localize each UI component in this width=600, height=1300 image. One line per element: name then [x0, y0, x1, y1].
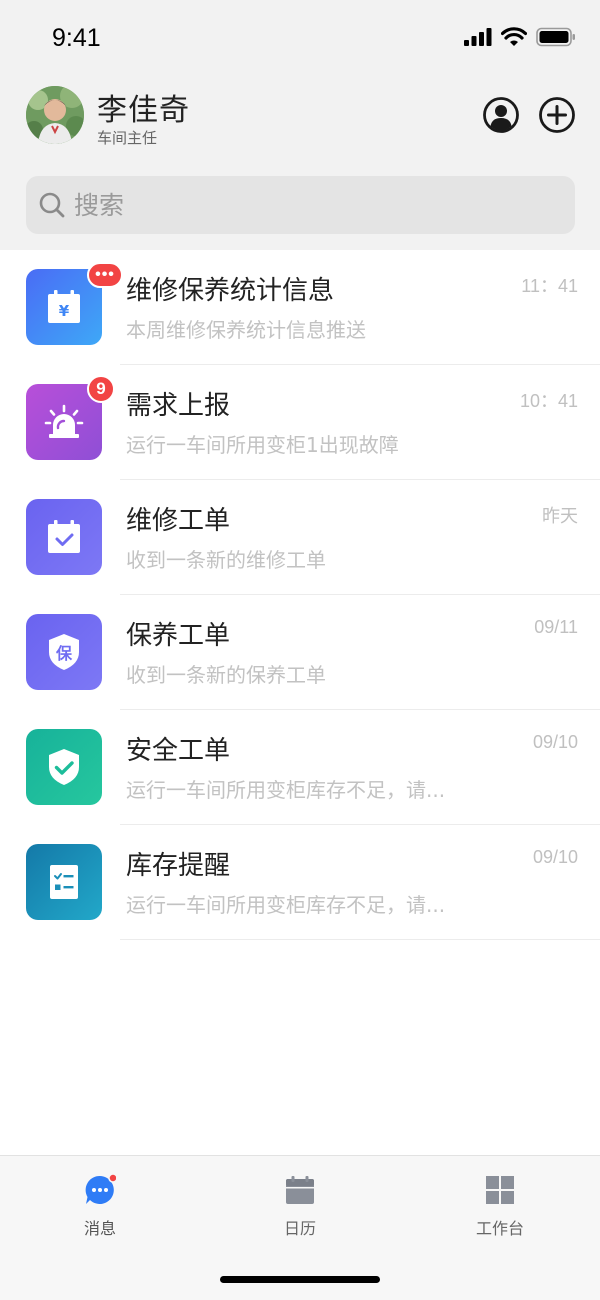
- cellular-signal-icon: [464, 28, 492, 46]
- tab-label: 日历: [283, 1219, 316, 1238]
- tab-messages[interactable]: 消息: [0, 1156, 200, 1256]
- tab-workbench[interactable]: 工作台: [400, 1156, 600, 1256]
- search-bar[interactable]: [26, 176, 575, 234]
- add-button[interactable]: [538, 96, 576, 134]
- message-preview: 收到一条新的保养工单: [126, 663, 326, 687]
- message-title: 安全工单: [126, 736, 231, 766]
- message-item-demand-report[interactable]: 9 需求上报 运行一车间所用变柜1出现故障 10：41: [0, 365, 600, 480]
- message-item-maintenance-stats[interactable]: ¥ ••• 维修保养统计信息 本周维修保养统计信息推送 11：41: [0, 250, 600, 365]
- plus-circle-icon: [539, 97, 575, 133]
- calendar-check-icon: [26, 499, 102, 575]
- message-preview: 运行一车间所用变柜库存不足，请...: [126, 893, 446, 917]
- unread-count-badge: 9: [87, 375, 115, 403]
- message-title: 维修保养统计信息: [126, 276, 335, 306]
- message-time: 09/10: [532, 732, 578, 752]
- message-preview: 本周维修保养统计信息推送: [126, 318, 366, 342]
- shield-bao-icon: 保: [26, 614, 102, 690]
- status-time: 9:41: [52, 24, 101, 52]
- chat-bubble-icon: [85, 1174, 116, 1204]
- contacts-button[interactable]: [482, 96, 520, 134]
- avatar[interactable]: [26, 86, 84, 144]
- wifi-icon: [501, 27, 527, 46]
- svg-text:¥: ¥: [59, 302, 70, 320]
- tab-calendar[interactable]: 日历: [200, 1156, 400, 1256]
- message-time: 11：41: [521, 276, 578, 296]
- battery-icon: [536, 27, 575, 47]
- message-item-maintenance-order[interactable]: 保 保养工单 收到一条新的保养工单 09/11: [0, 595, 600, 710]
- checklist-icon: [26, 844, 102, 920]
- message-time: 10：41: [519, 391, 578, 411]
- message-title: 维修工单: [126, 506, 231, 536]
- message-time: 09/10: [532, 847, 578, 867]
- home-indicator[interactable]: [220, 1276, 380, 1283]
- status-icons: [464, 26, 576, 48]
- status-bar: 9:41: [0, 0, 600, 80]
- messages-screen: 9:41 李佳奇 车间主任 搜索 ¥ ••• 维修保养统计信息 本周维修保养统计…: [0, 0, 600, 1300]
- unread-badge: •••: [87, 262, 123, 288]
- user-role: 车间主任: [97, 129, 158, 147]
- user-circle-icon: [483, 97, 519, 133]
- message-preview: 运行一车间所用变柜库存不足，请...: [126, 778, 446, 802]
- message-preview: 收到一条新的维修工单: [126, 548, 326, 572]
- divider: [120, 939, 600, 940]
- calendar-icon: [286, 1176, 314, 1204]
- message-item-repair-order[interactable]: 维修工单 收到一条新的维修工单 昨天: [0, 480, 600, 595]
- search-icon: [39, 192, 65, 218]
- avatar-photo-icon: [26, 86, 84, 144]
- shield-check-icon: [26, 729, 102, 805]
- message-time: 昨天: [542, 506, 578, 526]
- tab-label: 消息: [83, 1219, 116, 1238]
- message-title: 保养工单: [126, 621, 231, 651]
- tab-label: 工作台: [475, 1219, 524, 1238]
- message-title: 库存提醒: [126, 851, 231, 881]
- svg-text:保: 保: [55, 644, 73, 663]
- message-title: 需求上报: [126, 391, 231, 421]
- header: 李佳奇 车间主任: [0, 80, 600, 160]
- user-name: 李佳奇: [97, 93, 190, 128]
- message-time: 09/11: [534, 617, 578, 637]
- message-preview: 运行一车间所用变柜1出现故障: [126, 433, 399, 457]
- message-item-safety-order[interactable]: 安全工单 运行一车间所用变柜库存不足，请... 09/10: [0, 710, 600, 825]
- grid-icon: [486, 1176, 514, 1204]
- message-list: ¥ ••• 维修保养统计信息 本周维修保养统计信息推送 11：41 9 需求上报…: [0, 250, 600, 940]
- search-input[interactable]: [74, 176, 554, 234]
- message-item-inventory-alert[interactable]: 库存提醒 运行一车间所用变柜库存不足，请... 09/10: [0, 825, 600, 940]
